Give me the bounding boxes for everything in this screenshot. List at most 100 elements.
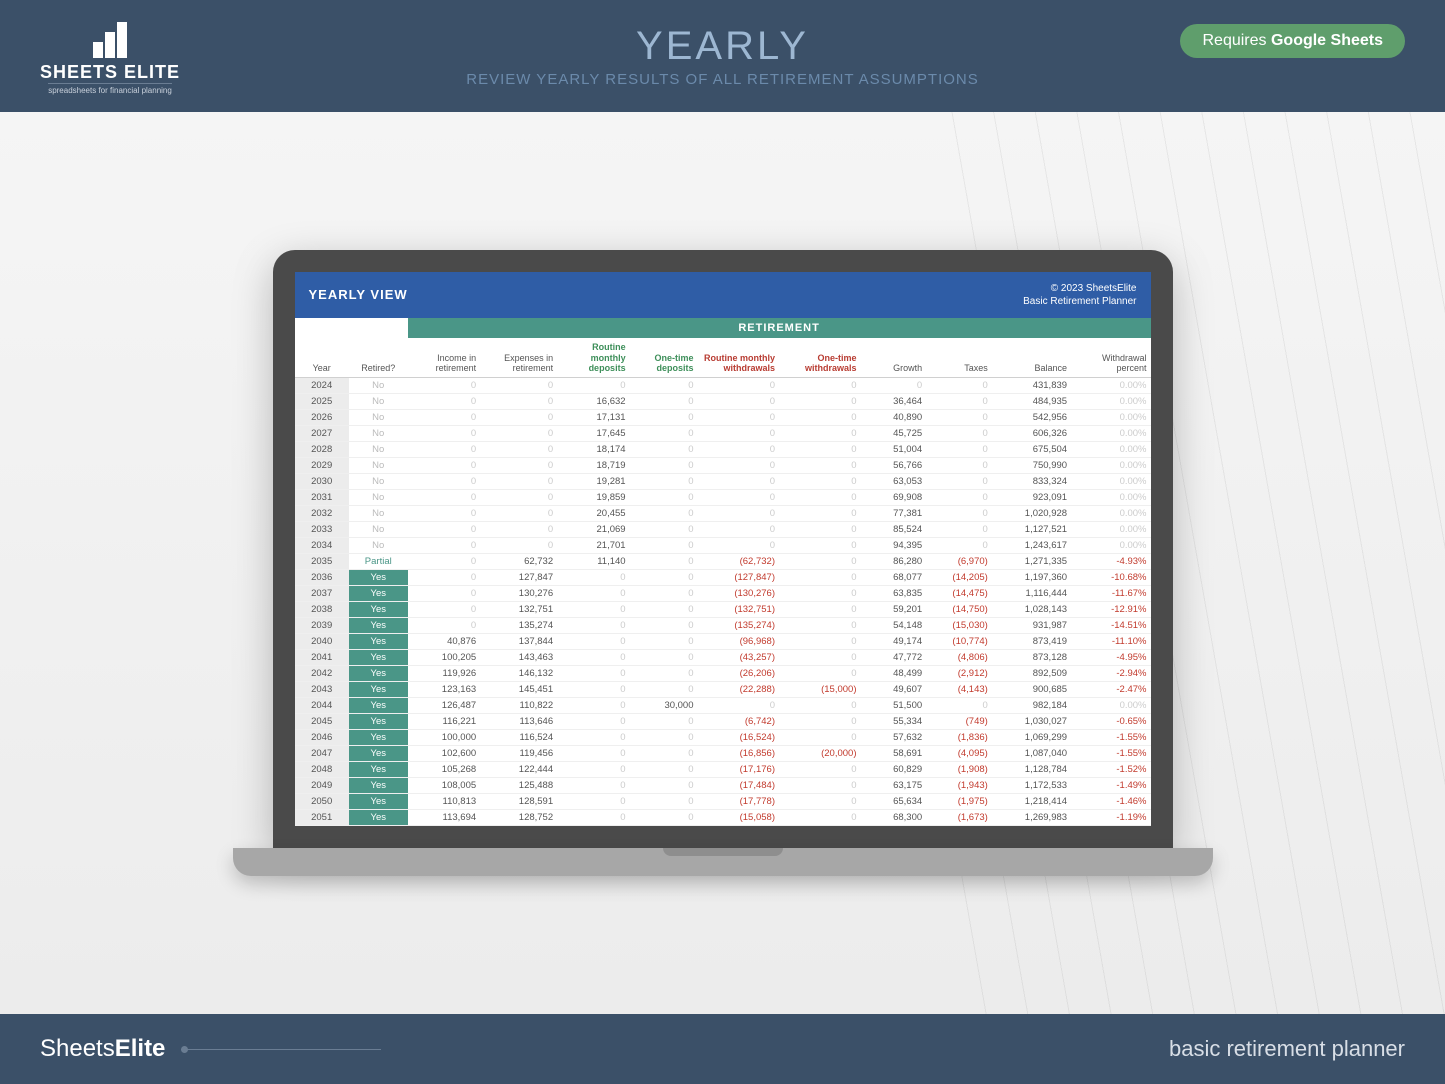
cell-balance: 1,271,335 — [992, 554, 1071, 570]
cell-otd: 0 — [630, 570, 698, 586]
cell-rmw: (96,968) — [698, 634, 780, 650]
cell-income: 108,005 — [408, 778, 480, 794]
cell-retired: Yes — [349, 714, 408, 730]
table-row: 2026No0017,13100040,8900542,9560.00% — [295, 410, 1151, 426]
badge-prefix: Requires — [1202, 32, 1270, 49]
cell-year: 2034 — [295, 538, 349, 554]
cell-expenses: 0 — [480, 506, 557, 522]
cell-year: 2036 — [295, 570, 349, 586]
cell-expenses: 0 — [480, 490, 557, 506]
col-onetime-deposits: One-time deposits — [630, 338, 698, 378]
cell-expenses: 116,524 — [480, 730, 557, 746]
cell-balance: 1,269,983 — [992, 810, 1071, 826]
column-headers: Year Retired? Income in retirement Expen… — [295, 338, 1151, 378]
col-taxes: Taxes — [926, 338, 992, 378]
cell-balance: 1,087,040 — [992, 746, 1071, 762]
cell-wp: -2.47% — [1071, 682, 1150, 698]
cell-rmd: 17,131 — [557, 410, 629, 426]
cell-otd: 0 — [630, 634, 698, 650]
cell-taxes: 0 — [926, 442, 992, 458]
cell-rmw: 0 — [698, 458, 780, 474]
cell-retired: No — [349, 522, 408, 538]
cell-rmd: 0 — [557, 762, 629, 778]
cell-otd: 0 — [630, 778, 698, 794]
cell-otd: 0 — [630, 426, 698, 442]
cell-balance: 484,935 — [992, 394, 1071, 410]
cell-income: 0 — [408, 394, 480, 410]
cell-otd: 0 — [630, 682, 698, 698]
cell-balance: 1,197,360 — [992, 570, 1071, 586]
cell-balance: 1,020,928 — [992, 506, 1071, 522]
cell-balance: 1,218,414 — [992, 794, 1071, 810]
cell-otw: 0 — [779, 698, 861, 714]
table-row: 2050Yes110,813128,59100(17,778)065,634(1… — [295, 794, 1151, 810]
cell-taxes: 0 — [926, 378, 992, 394]
col-growth: Growth — [861, 338, 927, 378]
col-income: Income in retirement — [408, 338, 480, 378]
cell-rmw: (26,206) — [698, 666, 780, 682]
cell-balance: 1,127,521 — [992, 522, 1071, 538]
cell-rmw: (43,257) — [698, 650, 780, 666]
cell-growth: 0 — [861, 378, 927, 394]
cell-expenses: 0 — [480, 522, 557, 538]
cell-otw: 0 — [779, 458, 861, 474]
cell-growth: 49,174 — [861, 634, 927, 650]
col-balance: Balance — [992, 338, 1071, 378]
page-title: YEARLY — [466, 24, 979, 69]
cell-retired: Yes — [349, 762, 408, 778]
cell-taxes: 0 — [926, 474, 992, 490]
cell-expenses: 127,847 — [480, 570, 557, 586]
cell-income: 123,163 — [408, 682, 480, 698]
cell-otw: 0 — [779, 410, 861, 426]
cell-rmw: 0 — [698, 442, 780, 458]
cell-year: 2050 — [295, 794, 349, 810]
cell-otw: 0 — [779, 602, 861, 618]
cell-rmd: 0 — [557, 746, 629, 762]
cell-expenses: 122,444 — [480, 762, 557, 778]
logo: SHEETS ELITE spreadsheets for financial … — [40, 18, 180, 95]
cell-taxes: (14,750) — [926, 602, 992, 618]
cell-otw: 0 — [779, 506, 861, 522]
cell-otd: 30,000 — [630, 698, 698, 714]
cell-growth: 60,829 — [861, 762, 927, 778]
cell-otd: 0 — [630, 794, 698, 810]
sheet-product: Basic Retirement Planner — [1023, 295, 1136, 308]
table-row: 2028No0018,17400051,0040675,5040.00% — [295, 442, 1151, 458]
cell-wp: 0.00% — [1071, 426, 1150, 442]
cell-growth: 56,766 — [861, 458, 927, 474]
cell-otw: 0 — [779, 714, 861, 730]
cell-rmd: 0 — [557, 570, 629, 586]
laptop-mockup: YEARLY VIEW © 2023 SheetsElite Basic Ret… — [273, 250, 1173, 877]
cell-otd: 0 — [630, 522, 698, 538]
cell-retired: Yes — [349, 602, 408, 618]
cell-retired: No — [349, 458, 408, 474]
table-row: 2025No0016,63200036,4640484,9350.00% — [295, 394, 1151, 410]
cell-expenses: 135,274 — [480, 618, 557, 634]
cell-year: 2038 — [295, 602, 349, 618]
cell-otd: 0 — [630, 490, 698, 506]
cell-income: 0 — [408, 554, 480, 570]
table-row: 2045Yes116,221113,64600(6,742)055,334(74… — [295, 714, 1151, 730]
table-row: 2031No0019,85900069,9080923,0910.00% — [295, 490, 1151, 506]
table-row: 2029No0018,71900056,7660750,9900.00% — [295, 458, 1151, 474]
cell-income: 113,694 — [408, 810, 480, 826]
cell-wp: 0.00% — [1071, 522, 1150, 538]
table-row: 2034No0021,70100094,39501,243,6170.00% — [295, 538, 1151, 554]
cell-expenses: 0 — [480, 442, 557, 458]
cell-otw: 0 — [779, 794, 861, 810]
cell-income: 0 — [408, 538, 480, 554]
cell-rmd: 0 — [557, 634, 629, 650]
cell-year: 2047 — [295, 746, 349, 762]
cell-rmd: 19,281 — [557, 474, 629, 490]
cell-wp: -14.51% — [1071, 618, 1150, 634]
cell-year: 2037 — [295, 586, 349, 602]
cell-wp: -12.91% — [1071, 602, 1150, 618]
cell-income: 0 — [408, 458, 480, 474]
cell-income: 0 — [408, 442, 480, 458]
cell-year: 2048 — [295, 762, 349, 778]
cell-retired: Yes — [349, 778, 408, 794]
sheet-header: YEARLY VIEW © 2023 SheetsElite Basic Ret… — [295, 272, 1151, 318]
cell-taxes: 0 — [926, 394, 992, 410]
cell-taxes: 0 — [926, 458, 992, 474]
cell-wp: -4.93% — [1071, 554, 1150, 570]
